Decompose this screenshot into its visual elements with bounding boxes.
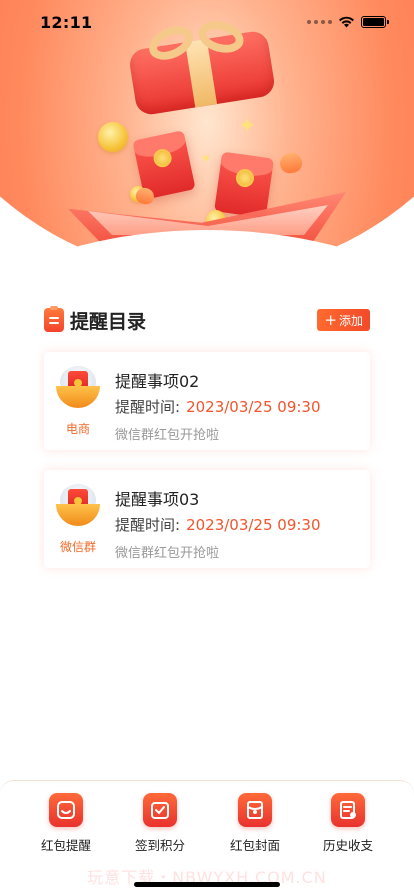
home-indicator xyxy=(134,882,280,887)
reminder-time-value: 2023/03/25 09:30 xyxy=(186,398,321,416)
tab-red-packet-cover[interactable]: 红包封面 xyxy=(215,793,295,854)
reminder-time-label: 提醒时间: xyxy=(115,516,181,534)
reminder-category-label: 电商 xyxy=(65,422,90,436)
reminder-title: 提醒事项03 xyxy=(115,490,200,509)
section-title: 提醒目录 xyxy=(70,310,147,333)
plus-icon: + xyxy=(324,310,337,329)
reminder-card[interactable]: 微信群 提醒事项03 提醒时间: 2023/03/25 09:30 微信群红包开抢… xyxy=(44,470,370,568)
tab-label: 签到积分 xyxy=(134,838,185,853)
battery-icon xyxy=(361,16,389,28)
red-packet-bowl-icon xyxy=(56,366,100,410)
wifi-icon xyxy=(339,16,354,28)
tab-checkin-points[interactable]: 签到积分 xyxy=(120,793,200,854)
sparkle-icon: ✦ xyxy=(238,114,257,139)
checkin-bag-icon xyxy=(143,793,177,827)
status-bar: 12:11 xyxy=(0,0,414,44)
add-reminder-button[interactable]: + 添加 xyxy=(317,309,370,331)
reminder-time-value: 2023/03/25 09:30 xyxy=(186,516,321,534)
red-envelope-illustration xyxy=(214,151,274,219)
tab-label: 历史收支 xyxy=(322,838,373,853)
hero-banner: ✦ ✦ 12:11 xyxy=(0,0,414,280)
section-header: 提醒目录 + 添加 xyxy=(44,306,370,334)
tab-history-finance[interactable]: 历史收支 xyxy=(308,793,388,854)
section-title-wrap: 提醒目录 xyxy=(44,306,147,334)
reminder-description: 微信群红包开抢啦 xyxy=(115,428,220,443)
clipboard-icon xyxy=(44,306,64,332)
reminder-time-label: 提醒时间: xyxy=(115,398,181,416)
tab-label: 红包提醒 xyxy=(40,838,91,853)
reminder-time: 提醒时间: 2023/03/25 09:30 xyxy=(115,514,321,535)
cellular-dots-icon xyxy=(307,20,332,24)
status-icons xyxy=(307,16,389,28)
history-doc-icon xyxy=(331,793,365,827)
reminder-category: 电商 xyxy=(56,366,100,436)
tab-red-packet-reminder[interactable]: 红包提醒 xyxy=(26,793,106,854)
add-button-label: 添加 xyxy=(338,313,363,328)
cover-icon xyxy=(238,793,272,827)
face-bag-icon xyxy=(49,793,83,827)
reminder-time: 提醒时间: 2023/03/25 09:30 xyxy=(115,396,321,417)
coin-illustration xyxy=(98,122,128,152)
sparkle-icon: ✦ xyxy=(200,151,212,167)
reminder-category-label: 微信群 xyxy=(59,540,96,554)
reminder-category: 微信群 xyxy=(56,484,100,554)
reminder-title: 提醒事项02 xyxy=(115,372,200,391)
red-packet-bowl-icon xyxy=(56,484,100,528)
reminder-description: 微信群红包开抢啦 xyxy=(115,546,220,561)
reminder-card[interactable]: 电商 提醒事项02 提醒时间: 2023/03/25 09:30 微信群红包开抢啦 xyxy=(44,352,370,450)
status-time: 12:11 xyxy=(40,12,93,32)
tab-label: 红包封面 xyxy=(229,838,280,853)
